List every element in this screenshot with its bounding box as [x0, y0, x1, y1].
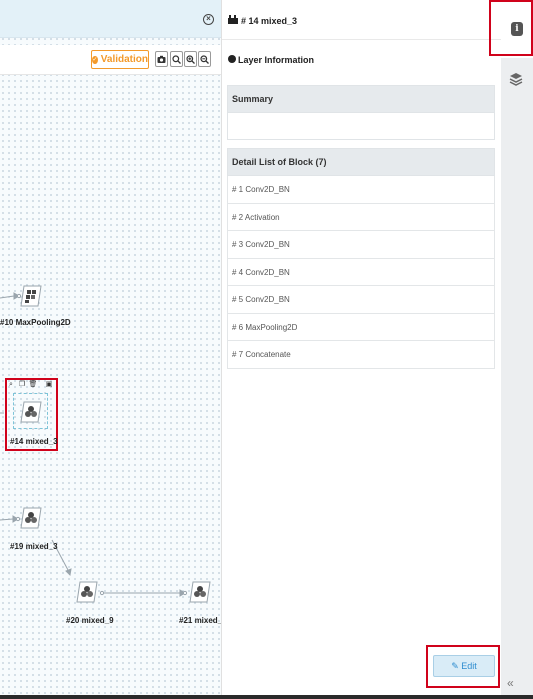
summary-header: Summary [227, 85, 495, 113]
info-title: # 14 mixed_3 [241, 16, 298, 26]
edit-button[interactable]: ✎ Edit [433, 655, 495, 677]
save-icon[interactable]: ▣ [44, 380, 54, 389]
node-19-label: #19 mixed_3 [10, 542, 58, 551]
arrow-head [65, 568, 72, 577]
bottom-strip [0, 695, 533, 699]
detail-list-header: Detail List of Block (7) [227, 148, 495, 176]
summary-body [227, 113, 495, 140]
node-action-toolbar: ⌕ ❐ 🗑 ▣ [6, 380, 54, 389]
node-10-label: #10 MaxPooling2D [0, 318, 71, 327]
mixed-block-icon [20, 401, 42, 423]
list-item[interactable]: # 2 Activation [227, 203, 495, 231]
layer-info-icon [228, 55, 236, 63]
edit-icon: ✎ [451, 661, 459, 671]
layer-information-label: Layer Information [238, 55, 315, 65]
mixed-block-icon [20, 507, 42, 529]
copy-icon[interactable]: ❐ [17, 380, 27, 389]
layer-info-panel: # 14 mixed_3 Layer Information Summary D… [221, 0, 502, 695]
info-tab-highlight [489, 0, 533, 56]
list-item[interactable]: # 4 Conv2D_BN [227, 258, 495, 286]
graph-edges [0, 292, 188, 597]
delete-icon[interactable]: 🗑 [28, 380, 38, 389]
node-19[interactable] [20, 506, 42, 530]
zoom-icon[interactable]: ⌕ [6, 380, 16, 389]
app-root: × ✓ Validation #10 MaxPooling2D ⌕ ❐ 🗑 ▣ … [0, 0, 533, 699]
node-14[interactable] [20, 400, 42, 424]
right-rail: i « [501, 0, 533, 695]
edit-highlight: ✎ Edit [426, 645, 500, 688]
list-item[interactable]: # 6 MaxPooling2D [227, 313, 495, 341]
info-header: # 14 mixed_3 [222, 0, 502, 40]
block-list: # 1 Conv2D_BN # 2 Activation # 3 Conv2D_… [227, 176, 495, 369]
edge-to-node-19 [0, 518, 14, 521]
edit-label: Edit [461, 661, 477, 671]
node-21[interactable] [189, 580, 211, 604]
list-item[interactable]: # 1 Conv2D_BN [227, 176, 495, 204]
node-14-label: #14 mixed_3 [10, 437, 58, 446]
layer-information-row: Layer Information [222, 48, 502, 72]
edge-to-node-10 [0, 295, 15, 299]
mixed-block-icon [76, 581, 98, 603]
node-20[interactable] [76, 580, 98, 604]
collapse-icon[interactable]: « [507, 676, 514, 690]
blocks-icon [228, 15, 238, 24]
list-item[interactable]: # 3 Conv2D_BN [227, 231, 495, 259]
node-21-label: #21 mixed_9 [179, 616, 221, 625]
layers-icon [509, 73, 523, 86]
graph-canvas[interactable]: × ✓ Validation #10 MaxPooling2D ⌕ ❐ 🗑 ▣ … [0, 0, 221, 695]
layers-tab[interactable] [501, 60, 533, 100]
list-item[interactable]: # 7 Concatenate [227, 341, 495, 369]
node-10[interactable] [20, 284, 42, 308]
list-item[interactable]: # 5 Conv2D_BN [227, 286, 495, 314]
maxpool-grid-icon [20, 285, 42, 307]
mixed-block-icon [189, 581, 211, 603]
node-20-label: #20 mixed_9 [66, 616, 114, 625]
